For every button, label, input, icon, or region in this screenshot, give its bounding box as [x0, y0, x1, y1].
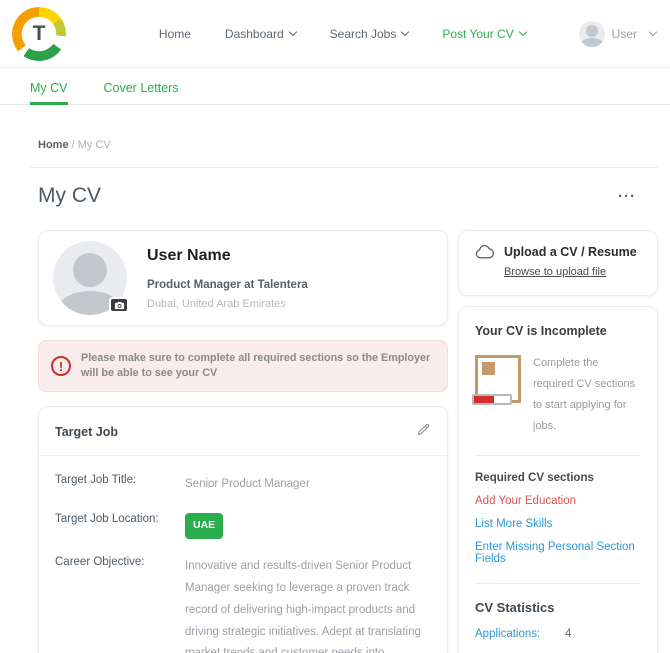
divider — [30, 167, 658, 168]
incomplete-row: Complete the required CV sections to sta… — [475, 353, 641, 437]
required-link-skills[interactable]: List More Skills — [475, 518, 641, 530]
logo-letter: T — [12, 7, 66, 61]
nav-post-your-cv[interactable]: Post Your CV — [442, 27, 525, 41]
target-job-title: Target Job — [55, 425, 118, 439]
incomplete-title: Your CV is Incomplete — [475, 324, 641, 338]
title-row: My CV ··· — [38, 184, 658, 208]
tab-my-cv[interactable]: My CV — [30, 81, 68, 104]
browse-upload-link[interactable]: Browse to upload file — [504, 266, 606, 278]
content: Home / My CV My CV ··· User Name — [0, 105, 670, 653]
profile-text: User Name Product Manager at Talentera D… — [147, 247, 308, 310]
doc-square — [482, 362, 495, 375]
breadcrumb: Home / My CV — [38, 139, 658, 151]
nav-home-label: Home — [159, 27, 191, 41]
upload-title: Upload a CV / Resume — [504, 245, 637, 259]
avatar-torso — [580, 38, 603, 46]
user-menu-label: User — [612, 27, 637, 41]
nav-search-jobs-label: Search Jobs — [330, 27, 397, 41]
columns: User Name Product Manager at Talentera D… — [38, 230, 658, 653]
profile-avatar[interactable] — [53, 241, 127, 315]
cloud-icon — [475, 244, 495, 259]
stat-value: 4 — [565, 628, 571, 640]
required-link-personal-fields[interactable]: Enter Missing Personal Section Fields — [475, 541, 641, 565]
brand-logo[interactable]: T — [12, 7, 66, 61]
nav-home[interactable]: Home — [159, 27, 191, 41]
upload-header: Upload a CV / Resume — [475, 244, 641, 259]
camera-icon[interactable] — [109, 297, 129, 313]
divider — [475, 455, 641, 456]
chevron-down-icon — [518, 28, 526, 36]
more-options-icon[interactable]: ··· — [618, 189, 636, 204]
field-value: Innovative and results-driven Senior Pro… — [185, 556, 431, 653]
breadcrumb-home[interactable]: Home — [38, 139, 69, 151]
field-row: Target Job Location: UAE — [55, 513, 431, 539]
breadcrumb-current: My CV — [78, 139, 111, 151]
nav-dashboard-label: Dashboard — [225, 27, 284, 41]
profile-location: Dubai, United Arab Emirates — [147, 298, 308, 310]
doc-progress-fill — [474, 396, 494, 403]
field-row: Target Job Title: Senior Product Manager — [55, 474, 431, 496]
avatar-head — [586, 25, 598, 37]
field-row: Career Objective: Innovative and results… — [55, 556, 431, 653]
target-job-header: Target Job — [39, 407, 447, 456]
main-nav: Home Dashboard Search Jobs Post Your CV — [106, 27, 579, 41]
target-job-card: Target Job Target Job Title: Senior Prod… — [38, 406, 448, 653]
exclamation-icon: ! — [51, 356, 71, 376]
tab-cover-letters[interactable]: Cover Letters — [104, 81, 179, 104]
nav-search-jobs[interactable]: Search Jobs — [330, 27, 409, 41]
profile-headline: Product Manager at Talentera — [147, 279, 308, 291]
nav-post-your-cv-label: Post Your CV — [442, 27, 513, 41]
upload-cv-card: Upload a CV / Resume Browse to upload fi… — [458, 230, 658, 296]
location-badge[interactable]: UAE — [185, 513, 223, 539]
required-link-education[interactable]: Add Your Education — [475, 495, 641, 507]
incomplete-description: Complete the required CV sections to sta… — [533, 353, 641, 437]
sidebar: Upload a CV / Resume Browse to upload fi… — [458, 230, 658, 653]
stat-row: Applications: 4 — [475, 628, 641, 640]
cv-statistics-title: CV Statistics — [475, 600, 641, 615]
nav-dashboard[interactable]: Dashboard — [225, 27, 296, 41]
warning-text: Please make sure to complete all require… — [81, 351, 435, 381]
field-value: Senior Product Manager — [185, 474, 431, 496]
required-sections-title: Required CV sections — [475, 472, 641, 484]
doc-progress-bar — [472, 394, 512, 405]
avatar-head — [73, 253, 107, 287]
user-menu[interactable]: User — [579, 21, 656, 47]
field-label: Target Job Location: — [55, 513, 185, 539]
incomplete-document-icon — [475, 355, 521, 403]
chevron-down-icon — [288, 28, 296, 36]
chevron-down-icon — [649, 28, 657, 36]
field-label: Career Objective: — [55, 556, 185, 653]
profile-name: User Name — [147, 247, 308, 265]
warning-banner: ! Please make sure to complete all requi… — [38, 340, 448, 392]
edit-pencil-icon[interactable] — [416, 422, 431, 442]
field-label: Target Job Title: — [55, 474, 185, 496]
top-navbar: T Home Dashboard Search Jobs Post Your C… — [0, 0, 670, 68]
cv-incomplete-card: Your CV is Incomplete Complete the requi… — [458, 306, 658, 653]
target-job-body: Target Job Title: Senior Product Manager… — [39, 456, 447, 653]
stat-label-applications[interactable]: Applications: — [475, 628, 565, 640]
main-column: User Name Product Manager at Talentera D… — [38, 230, 448, 653]
tab-bar: My CV Cover Letters — [0, 68, 670, 105]
career-objective-text: Innovative and results-driven Senior Pro… — [185, 560, 421, 653]
breadcrumb-separator: / — [72, 139, 75, 151]
divider — [475, 583, 641, 584]
chevron-down-icon — [401, 28, 409, 36]
profile-card: User Name Product Manager at Talentera D… — [38, 230, 448, 326]
field-value: UAE — [185, 513, 431, 539]
user-avatar — [579, 21, 605, 47]
page: T Home Dashboard Search Jobs Post Your C… — [0, 0, 670, 653]
page-title: My CV — [38, 184, 101, 208]
